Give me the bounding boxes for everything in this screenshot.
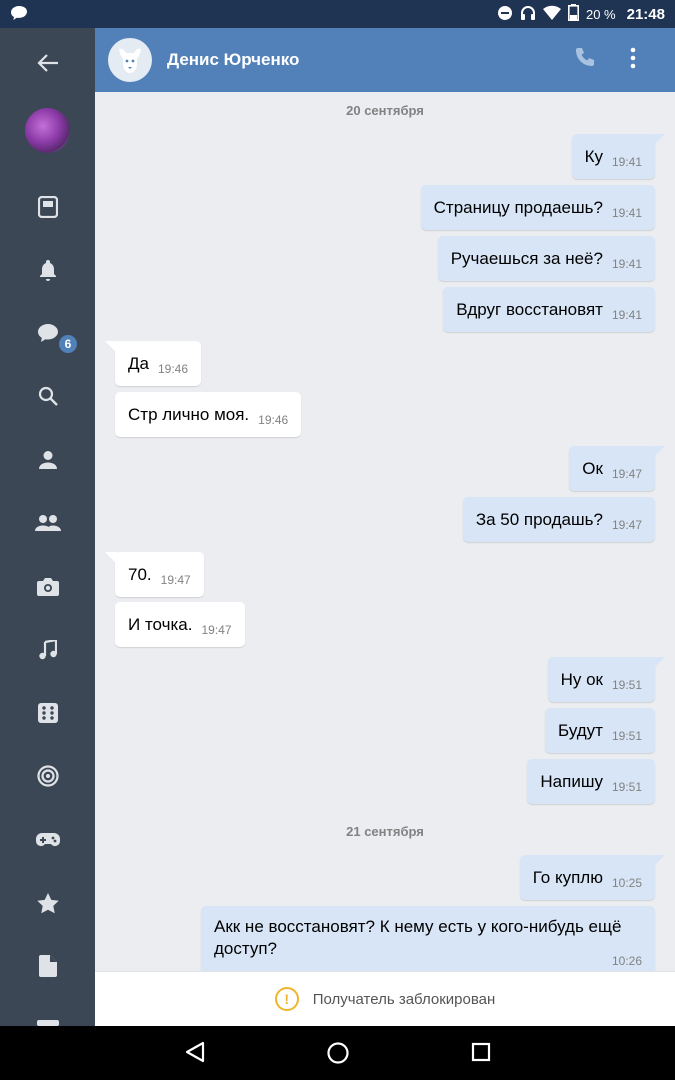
message-out[interactable]: Ну ок 19:51 — [547, 657, 666, 702]
friends-icon[interactable] — [0, 501, 95, 545]
message-time: 19:51 — [611, 779, 642, 794]
message-text: Ок — [582, 458, 603, 478]
chat-notification-icon — [10, 5, 28, 26]
message-time: 19:46 — [258, 412, 289, 427]
chat-header: Денис Юрченко — [95, 28, 675, 92]
navigation-bar — [0, 1026, 675, 1080]
message-out[interactable]: Страницу продаешь? 19:41 — [420, 185, 655, 230]
message-out[interactable]: За 50 продашь? 19:47 — [462, 497, 655, 542]
clock: 21:48 — [626, 5, 665, 23]
dnd-icon — [497, 5, 513, 24]
message-in[interactable]: И точка. 19:47 — [115, 602, 245, 647]
contact-avatar[interactable] — [108, 38, 152, 82]
message-out[interactable]: Акк не восстановят? К нему есть у кого-н… — [201, 906, 655, 971]
avatar[interactable] — [25, 108, 70, 153]
search-icon[interactable] — [0, 374, 95, 418]
message-time: 19:41 — [611, 307, 642, 322]
message-time: 19:46 — [157, 361, 188, 376]
message-time: 10:26 — [611, 954, 642, 968]
blocked-text: Получатель заблокирован — [312, 990, 496, 1008]
message-text: Го куплю — [532, 867, 603, 887]
message-in[interactable]: Да 19:46 — [105, 341, 201, 386]
message-list[interactable]: 20 сентября Ку 19:41 Страницу продаешь? … — [95, 92, 675, 971]
message-out[interactable]: Ручаешься за неё? 19:41 — [437, 236, 655, 281]
message-text: Акк не восстановят? К нему есть у кого-н… — [214, 917, 622, 958]
message-text: Да — [128, 353, 149, 373]
document-icon[interactable] — [0, 944, 95, 988]
message-time: 19:51 — [611, 677, 642, 692]
message-time: 19:47 — [160, 572, 191, 587]
profile-icon[interactable] — [0, 438, 95, 482]
message-time: 19:41 — [611, 256, 642, 271]
message-text: 70. — [128, 564, 152, 584]
status-icons: 20 % 21:48 — [497, 4, 665, 24]
message-text: Страницу продаешь? — [433, 197, 603, 217]
message-text: Ку — [584, 146, 603, 166]
phone-icon[interactable] — [573, 46, 597, 75]
more-vert-icon[interactable] — [629, 46, 637, 75]
more-icon[interactable] — [0, 1008, 95, 1026]
message-out[interactable]: Вдруг восстановят 19:41 — [443, 287, 655, 332]
message-time: 10:25 — [611, 875, 642, 890]
message-time: 19:51 — [611, 728, 642, 743]
message-out[interactable]: Будут 19:51 — [545, 708, 655, 753]
message-text: Будут — [558, 720, 603, 740]
messages-icon[interactable] — [0, 311, 95, 355]
message-text: За 50 продашь? — [475, 509, 603, 529]
message-time: 19:47 — [611, 466, 642, 481]
news-icon[interactable] — [0, 185, 95, 229]
games-icon[interactable] — [0, 818, 95, 862]
message-in[interactable]: 70. 19:47 — [105, 552, 204, 597]
message-text: Ручаешься за неё? — [450, 248, 603, 268]
apps-icon[interactable] — [0, 691, 95, 735]
dog-avatar-icon — [119, 48, 141, 73]
message-text: Ну ок — [560, 669, 603, 689]
battery-icon — [567, 4, 579, 24]
message-text: Напишу — [540, 771, 603, 791]
message-time: 19:47 — [611, 517, 642, 532]
message-text: И точка. — [128, 614, 193, 634]
date-separator: 20 сентября — [346, 103, 424, 118]
nav-home-icon[interactable] — [326, 1041, 350, 1070]
wifi-icon — [542, 5, 561, 24]
message-out[interactable]: Го куплю 10:25 — [519, 855, 666, 900]
message-text: Вдруг восстановят — [456, 299, 603, 319]
nav-recents-icon[interactable] — [471, 1041, 491, 1068]
sidebar: 6 — [0, 28, 95, 1026]
message-time: 19:41 — [611, 154, 642, 169]
blocked-banner: ! Получатель заблокирован — [95, 971, 675, 1026]
nav-back-icon[interactable] — [184, 1041, 206, 1068]
message-out[interactable]: Напишу 19:51 — [527, 759, 655, 804]
message-time: 19:41 — [611, 205, 642, 220]
target-icon[interactable] — [0, 754, 95, 798]
message-in[interactable]: Стр лично моя. 19:46 — [115, 392, 302, 437]
status-bar: 20 % 21:48 — [0, 0, 675, 28]
camera-icon[interactable] — [0, 564, 95, 608]
battery-percent: 20 % — [585, 6, 616, 22]
back-button[interactable] — [0, 41, 95, 85]
message-out[interactable]: Ку 19:41 — [571, 134, 666, 179]
unread-badge: 6 — [57, 333, 79, 355]
bell-icon[interactable] — [0, 248, 95, 292]
warning-icon: ! — [274, 987, 299, 1011]
message-time: 19:47 — [201, 622, 232, 637]
contact-name[interactable]: Денис Юрченко — [167, 50, 299, 70]
message-out[interactable]: Ок 19:47 — [569, 446, 665, 491]
date-separator: 21 сентября — [346, 824, 424, 839]
music-icon[interactable] — [0, 628, 95, 672]
star-icon[interactable] — [0, 881, 95, 925]
headphones-icon — [520, 5, 536, 24]
message-text: Стр лично моя. — [128, 404, 250, 424]
